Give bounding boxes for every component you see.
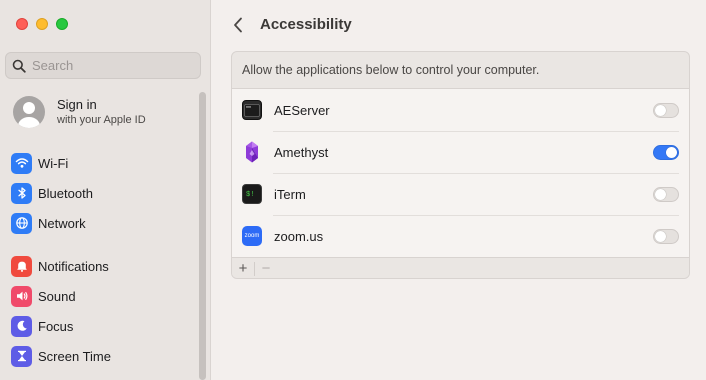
sidebar-group-notifications: Notifications Sound Focus Screen Time	[11, 251, 111, 371]
sidebar-item-network[interactable]: Network	[11, 208, 93, 238]
sidebar-item-label: Network	[38, 215, 86, 231]
page-title: Accessibility	[260, 16, 352, 33]
app-list: AEServer Amethyst $! iTerm zoom zoom.us	[232, 89, 689, 257]
search-input[interactable]	[32, 58, 192, 73]
zoom-toggle[interactable]	[653, 228, 679, 244]
hourglass-icon	[11, 345, 32, 367]
list-item: Amethyst	[232, 131, 689, 173]
moon-icon	[11, 315, 32, 337]
search-field[interactable]	[5, 52, 201, 79]
panel-footer: + −	[232, 257, 689, 279]
sidebar-item-sound[interactable]: Sound	[11, 281, 111, 311]
sidebar-item-screen-time[interactable]: Screen Time	[11, 341, 111, 371]
iterm-toggle[interactable]	[653, 186, 679, 202]
avatar	[13, 96, 45, 128]
search-icon	[12, 59, 26, 73]
list-item: $! iTerm	[232, 173, 689, 215]
bell-icon	[11, 255, 32, 277]
sidebar-item-wifi[interactable]: Wi-Fi	[11, 148, 93, 178]
main-content: Accessibility Allow the applications bel…	[212, 0, 706, 380]
svg-text:$!: $!	[246, 191, 254, 199]
wifi-icon	[11, 152, 32, 174]
aeserver-toggle[interactable]	[653, 102, 679, 118]
app-name: AEServer	[274, 102, 330, 118]
amethyst-gem-icon	[242, 141, 262, 163]
sidebar-item-label: Wi-Fi	[38, 155, 69, 171]
zoom-window-button[interactable]	[56, 18, 68, 30]
window-controls	[16, 18, 68, 30]
app-permissions-panel: Allow the applications below to control …	[231, 51, 690, 279]
sidebar-item-label: Sound	[38, 288, 76, 304]
globe-icon	[11, 212, 32, 234]
close-window-button[interactable]	[16, 18, 28, 30]
zoom-icon: zoom	[242, 226, 262, 246]
sign-in-subtitle: with your Apple ID	[57, 114, 146, 126]
sidebar-item-label: Notifications	[38, 258, 109, 274]
sidebar: Sign in with your Apple ID Wi-Fi Bluetoo…	[0, 0, 211, 380]
list-item: AEServer	[232, 89, 689, 131]
amethyst-toggle[interactable]	[653, 144, 679, 160]
sidebar-item-bluetooth[interactable]: Bluetooth	[11, 178, 93, 208]
add-app-button[interactable]: +	[232, 258, 254, 279]
sidebar-scrollbar[interactable]	[199, 92, 206, 380]
apple-id-sign-in[interactable]: Sign in with your Apple ID	[13, 96, 146, 128]
back-button[interactable]	[228, 14, 248, 36]
sidebar-item-label: Bluetooth	[38, 185, 93, 201]
sign-in-title: Sign in	[57, 97, 97, 112]
sidebar-item-label: Screen Time	[38, 348, 111, 364]
app-name: zoom.us	[274, 228, 324, 244]
app-name: Amethyst	[274, 144, 329, 160]
sidebar-item-focus[interactable]: Focus	[11, 311, 111, 341]
app-name: iTerm	[274, 186, 306, 202]
zoom-icon-text: zoom	[244, 233, 260, 239]
minimize-window-button[interactable]	[36, 18, 48, 30]
terminal-icon	[242, 100, 262, 120]
remove-app-button[interactable]: −	[255, 258, 277, 279]
bluetooth-icon	[11, 182, 32, 204]
sidebar-group-network: Wi-Fi Bluetooth Network	[11, 148, 93, 238]
sidebar-item-label: Focus	[38, 318, 74, 334]
chevron-left-icon	[234, 17, 242, 33]
iterm-icon: $!	[242, 184, 262, 204]
speaker-icon	[11, 285, 32, 307]
panel-description: Allow the applications below to control …	[232, 52, 689, 89]
list-item: zoom zoom.us	[232, 215, 689, 257]
sidebar-item-notifications[interactable]: Notifications	[11, 251, 111, 281]
